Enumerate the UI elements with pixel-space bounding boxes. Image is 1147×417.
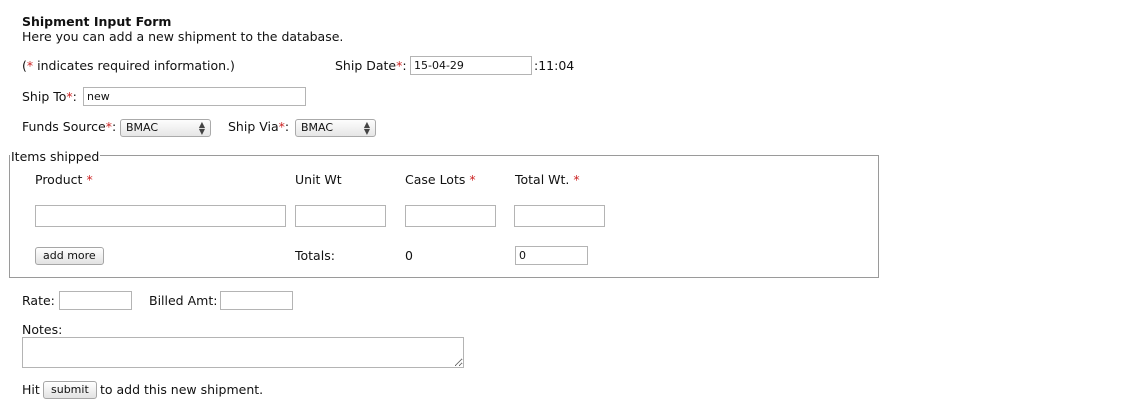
column-header-case-lots: Case Lots * bbox=[405, 172, 476, 187]
select-arrows-icon: ▲ ▼ bbox=[198, 120, 205, 136]
total-wt-input[interactable] bbox=[514, 205, 605, 227]
rate-label: Rate: bbox=[22, 293, 55, 308]
select-arrows-icon: ▲ ▼ bbox=[363, 120, 370, 136]
submit-button[interactable]: submit bbox=[43, 381, 97, 399]
required-note: (* indicates required information.) bbox=[22, 58, 235, 73]
column-header-total-wt: Total Wt. * bbox=[515, 172, 580, 187]
unit-wt-input[interactable] bbox=[295, 205, 386, 227]
ship-to-input[interactable] bbox=[83, 87, 306, 106]
column-header-product: Product * bbox=[35, 172, 93, 187]
ship-time-text: :11:04 bbox=[534, 58, 575, 73]
ship-via-select[interactable]: BMAC ▲ ▼ bbox=[295, 119, 376, 137]
total-wt-total-input[interactable] bbox=[515, 246, 588, 265]
funds-source-label: Funds Source*: bbox=[22, 119, 117, 134]
case-lots-total: 0 bbox=[405, 248, 413, 263]
submit-post-text: to add this new shipment. bbox=[100, 382, 264, 397]
billed-amt-label: Billed Amt: bbox=[149, 293, 218, 308]
notes-label: Notes: bbox=[22, 322, 63, 337]
column-header-unit-wt: Unit Wt bbox=[295, 172, 342, 187]
billed-amt-input[interactable] bbox=[220, 291, 293, 310]
ship-date-label: Ship Date*: bbox=[335, 58, 407, 73]
rate-input[interactable] bbox=[59, 291, 132, 310]
case-lots-input[interactable] bbox=[405, 205, 496, 227]
page-subtitle: Here you can add a new shipment to the d… bbox=[22, 29, 344, 44]
submit-pre-text: Hit bbox=[22, 382, 40, 397]
add-more-button[interactable]: add more bbox=[35, 247, 104, 265]
notes-textarea[interactable] bbox=[22, 337, 464, 368]
totals-label: Totals: bbox=[295, 248, 335, 263]
product-input[interactable] bbox=[35, 205, 286, 227]
page-title: Shipment Input Form bbox=[22, 14, 172, 29]
items-legend: Items shipped bbox=[10, 149, 101, 164]
ship-to-label: Ship To*: bbox=[22, 89, 77, 104]
ship-via-label: Ship Via*: bbox=[228, 119, 290, 134]
ship-date-input[interactable] bbox=[410, 56, 532, 75]
funds-source-select[interactable]: BMAC ▲ ▼ bbox=[120, 119, 211, 137]
